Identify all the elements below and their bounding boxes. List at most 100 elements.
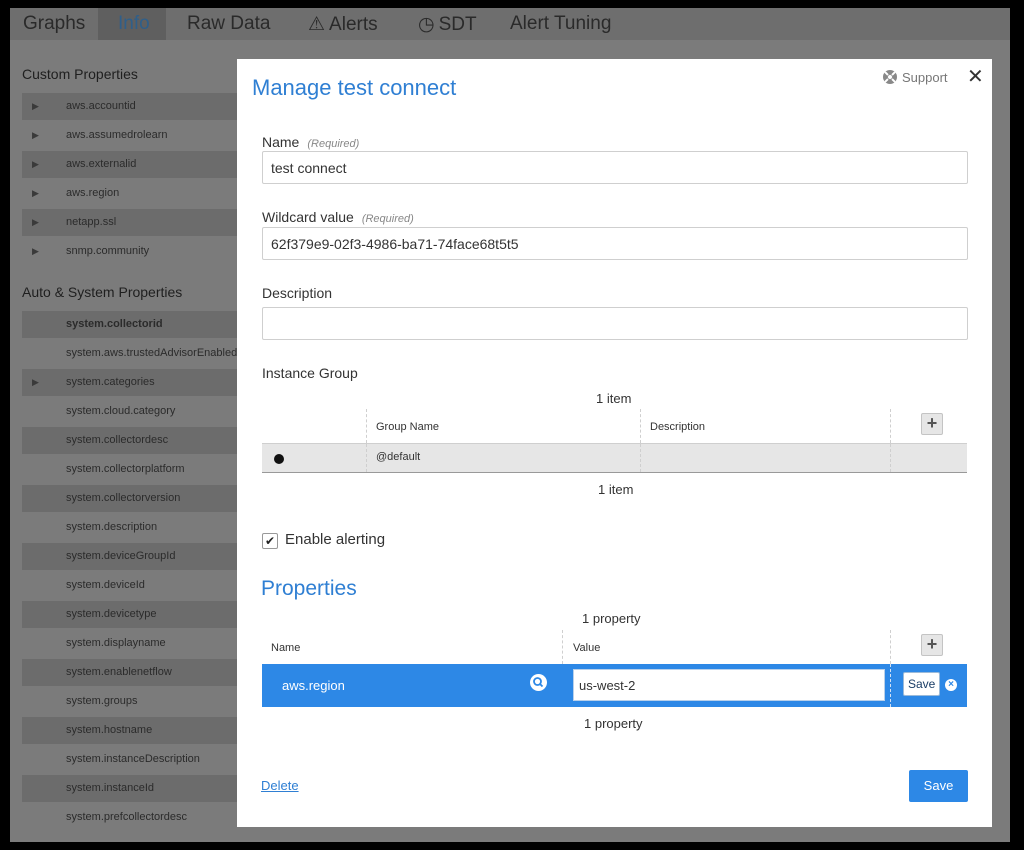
expand-arrow-icon[interactable]: ▶: [32, 151, 39, 178]
check-icon: ✔: [264, 534, 276, 548]
property-value-input[interactable]: [573, 669, 885, 701]
name-field[interactable]: [262, 151, 968, 184]
list-item[interactable]: ▶ aws.assumedrolearn: [22, 122, 252, 149]
list-item[interactable]: system.groups: [22, 688, 252, 715]
list-item[interactable]: system.collectordesc: [22, 427, 252, 454]
expand-arrow-icon[interactable]: ▶: [32, 93, 39, 120]
tab-graphs[interactable]: Graphs: [23, 13, 85, 35]
col-name: Name: [271, 642, 301, 654]
list-item-label: system.collectorplatform: [66, 463, 185, 475]
list-item-label: aws.accountid: [66, 100, 136, 112]
tab-alert-tuning[interactable]: Alert Tuning: [510, 13, 611, 35]
col-value: Value: [573, 642, 601, 654]
list-item[interactable]: system.instanceId: [22, 775, 252, 802]
list-item[interactable]: ▶ system.categories: [22, 369, 252, 396]
name-label: Name (Required): [262, 134, 360, 150]
add-property-button[interactable]: +: [921, 634, 943, 656]
property-count-bottom: 1 property: [584, 716, 643, 731]
instance-group-label: Instance Group: [262, 365, 358, 381]
list-item-label: system.instanceId: [66, 782, 155, 794]
group-table-header: Group Name Description +: [262, 409, 967, 443]
expand-arrow-icon[interactable]: ▶: [32, 122, 39, 149]
row-radio[interactable]: [274, 454, 284, 464]
wildcard-field[interactable]: [262, 227, 968, 260]
list-item-label: system.collectorid: [66, 318, 163, 330]
list-item-label: system.instanceDescription: [66, 753, 200, 765]
tab-alerts[interactable]: ⚠ Alerts: [308, 13, 378, 36]
search-icon[interactable]: [530, 674, 547, 691]
list-item-label: system.aws.trustedAdvisorEnabled: [66, 347, 238, 359]
group-count-top: 1 item: [596, 391, 632, 406]
close-icon[interactable]: ✕: [967, 64, 984, 89]
table-row[interactable]: @default: [262, 443, 967, 473]
list-item[interactable]: system.deviceGroupId: [22, 543, 252, 570]
list-item[interactable]: system.collectorid: [22, 311, 252, 338]
list-item[interactable]: ▶ snmp.community: [22, 238, 252, 265]
warning-icon: ⚠: [308, 14, 326, 35]
list-item[interactable]: system.collectorplatform: [22, 456, 252, 483]
list-item[interactable]: system.enablenetflow: [22, 659, 252, 686]
add-group-button[interactable]: +: [921, 413, 943, 435]
lifebuoy-icon: [883, 70, 897, 84]
list-item[interactable]: system.description: [22, 514, 252, 541]
custom-properties-heading: Custom Properties: [22, 66, 138, 82]
tab-bar: Graphs Info Raw Data ⚠ Alerts ◷ SDT Alert …: [10, 8, 1010, 40]
support-label: Support: [902, 69, 948, 85]
list-item[interactable]: ▶ aws.accountid: [22, 93, 252, 120]
enable-alerting-label: Enable alerting: [285, 531, 386, 548]
list-item[interactable]: system.deviceId: [22, 572, 252, 599]
tab-sdt[interactable]: ◷ SDT: [418, 13, 477, 36]
list-item-label: aws.externalid: [66, 158, 137, 170]
list-item-label: system.prefcollectordesc: [66, 811, 188, 823]
list-item[interactable]: ▶ aws.region: [22, 180, 252, 207]
list-item[interactable]: system.collectorversion: [22, 485, 252, 512]
save-button[interactable]: Save: [909, 770, 968, 802]
list-item[interactable]: system.displayname: [22, 630, 252, 657]
property-save-button[interactable]: Save: [903, 672, 941, 696]
list-item[interactable]: system.aws.trustedAdvisorEnabled: [22, 340, 252, 367]
tab-info[interactable]: Info: [118, 13, 150, 35]
wildcard-label: Wildcard value (Required): [262, 209, 414, 225]
list-item-label: netapp.ssl: [66, 216, 117, 228]
list-item-label: system.devicetype: [66, 608, 157, 620]
list-item-label: aws.region: [66, 187, 120, 199]
description-label: Description: [262, 285, 333, 301]
property-count-top: 1 property: [582, 611, 641, 626]
support-link[interactable]: Support: [882, 69, 948, 85]
list-item[interactable]: ▶ aws.externalid: [22, 151, 252, 178]
list-item-label: system.deviceGroupId: [66, 550, 176, 562]
property-table-header: Name Value +: [262, 630, 967, 664]
group-count-bottom: 1 item: [598, 482, 634, 497]
list-item-label: system.collectordesc: [66, 434, 169, 446]
list-item-label: system.displayname: [66, 637, 166, 649]
description-field[interactable]: [262, 307, 968, 340]
list-item[interactable]: ▶ netapp.ssl: [22, 209, 252, 236]
expand-arrow-icon[interactable]: ▶: [32, 209, 39, 236]
enable-alerting-checkbox[interactable]: ✔: [262, 533, 278, 549]
col-group-name: Group Name: [376, 421, 439, 433]
system-properties-heading: Auto & System Properties: [22, 284, 183, 300]
expand-arrow-icon[interactable]: ▶: [32, 180, 39, 207]
list-item[interactable]: system.prefcollectordesc: [22, 804, 252, 831]
group-name-cell: @default: [376, 451, 421, 463]
dialog-title: Manage test connect: [252, 75, 457, 100]
list-item-label: system.deviceId: [66, 579, 145, 591]
list-item-label: system.description: [66, 521, 158, 533]
delete-link[interactable]: Delete: [261, 778, 299, 793]
list-item-label: system.cloud.category: [66, 405, 176, 417]
tab-raw-data[interactable]: Raw Data: [187, 13, 270, 35]
clock-icon: ◷: [418, 14, 435, 35]
list-item[interactable]: system.devicetype: [22, 601, 252, 628]
list-item-label: system.collectorversion: [66, 492, 181, 504]
list-item-label: snmp.community: [66, 245, 150, 257]
expand-arrow-icon[interactable]: ▶: [32, 238, 39, 265]
list-item[interactable]: system.instanceDescription: [22, 746, 252, 773]
cancel-icon[interactable]: ×: [945, 679, 957, 691]
manage-dialog: Manage test connect Support ✕ Name (Requi…: [237, 59, 992, 827]
properties-heading: Properties: [261, 577, 357, 600]
table-row[interactable]: aws.region Save ×: [262, 664, 967, 707]
list-item-label: aws.assumedrolearn: [66, 129, 168, 141]
list-item[interactable]: system.cloud.category: [22, 398, 252, 425]
list-item[interactable]: system.hostname: [22, 717, 252, 744]
expand-arrow-icon[interactable]: ▶: [32, 369, 39, 396]
